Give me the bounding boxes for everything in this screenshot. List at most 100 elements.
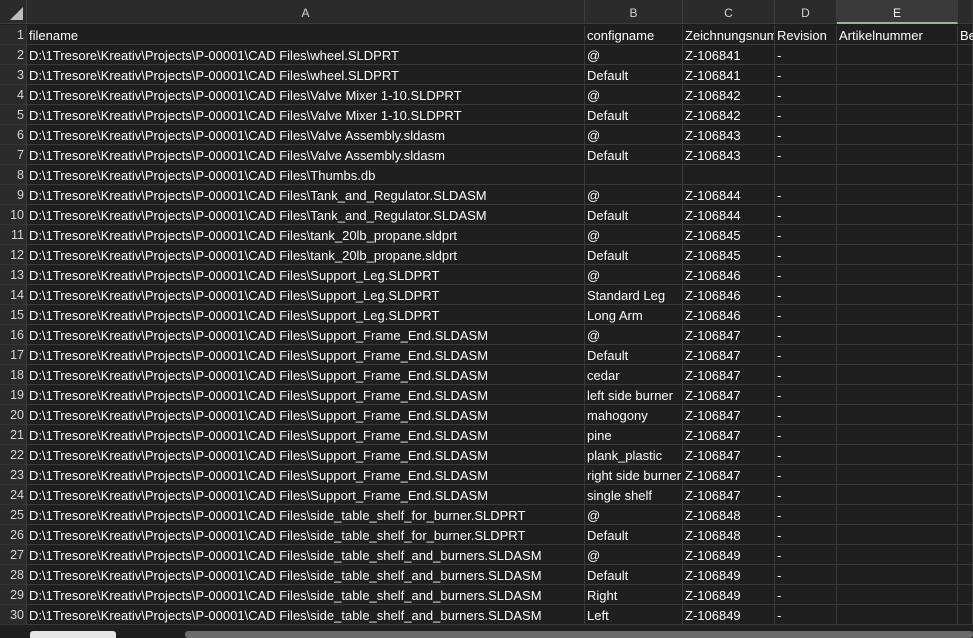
cell[interactable] [958,385,973,405]
cell[interactable]: D:\1Tresore\Kreativ\Projects\P-00001\CAD… [27,325,585,345]
cell[interactable]: mahogony [585,405,683,425]
cell[interactable]: Z-106847 [683,365,775,385]
cell[interactable]: single shelf [585,485,683,505]
row-header[interactable]: 7 [0,145,27,165]
row-header[interactable]: 6 [0,125,27,145]
cell[interactable]: Z-106843 [683,125,775,145]
cell[interactable]: Z-106847 [683,465,775,485]
cell[interactable]: - [775,45,837,65]
cell[interactable] [958,545,973,565]
cell[interactable]: Default [585,525,683,545]
cell[interactable]: Z-106845 [683,245,775,265]
cell[interactable]: - [775,185,837,205]
cell[interactable] [958,605,973,625]
cell[interactable] [958,265,973,285]
cell[interactable] [958,185,973,205]
cell[interactable] [837,325,958,345]
cell[interactable]: Z-106841 [683,65,775,85]
cell[interactable]: D:\1Tresore\Kreativ\Projects\P-00001\CAD… [27,505,585,525]
cell[interactable] [837,305,958,325]
cell[interactable]: Z-106847 [683,385,775,405]
cell[interactable] [585,165,683,185]
cell[interactable]: Z-106847 [683,425,775,445]
cell[interactable] [958,305,973,325]
cell[interactable]: D:\1Tresore\Kreativ\Projects\P-00001\CAD… [27,205,585,225]
cell[interactable] [683,165,775,185]
cell[interactable] [958,565,973,585]
cell[interactable] [958,125,973,145]
row-header[interactable]: 26 [0,525,27,545]
cell[interactable]: Long Arm [585,305,683,325]
column-header[interactable] [958,0,973,24]
sheet-tab[interactable] [30,631,116,638]
row-header[interactable]: 22 [0,445,27,465]
horizontal-scrollbar-thumb[interactable] [185,631,973,638]
row-header[interactable]: 27 [0,545,27,565]
cell[interactable]: D:\1Tresore\Kreativ\Projects\P-00001\CAD… [27,225,585,245]
cell[interactable] [958,245,973,265]
cell[interactable] [837,185,958,205]
cell[interactable]: Default [585,145,683,165]
cell[interactable]: - [775,545,837,565]
cell[interactable] [837,345,958,365]
cell[interactable] [837,605,958,625]
cell[interactable] [775,165,837,185]
row-header[interactable]: 11 [0,225,27,245]
cell[interactable]: Z-106846 [683,285,775,305]
cell[interactable]: @ [585,85,683,105]
cell[interactable] [837,165,958,185]
row-header[interactable]: 15 [0,305,27,325]
cell[interactable] [958,165,973,185]
cell[interactable]: - [775,65,837,85]
cell[interactable]: - [775,345,837,365]
cell[interactable]: - [775,105,837,125]
cell[interactable]: - [775,265,837,285]
cell[interactable]: D:\1Tresore\Kreativ\Projects\P-00001\CAD… [27,265,585,285]
cell[interactable]: D:\1Tresore\Kreativ\Projects\P-00001\CAD… [27,385,585,405]
cell[interactable]: - [775,565,837,585]
row-header[interactable]: 18 [0,365,27,385]
row-header[interactable]: 16 [0,325,27,345]
cell[interactable] [837,225,958,245]
cell[interactable]: filename [27,25,585,45]
cell[interactable] [837,125,958,145]
cell[interactable] [958,65,973,85]
cell[interactable] [958,505,973,525]
spreadsheet-grid[interactable]: ABCDE 1 2 3 4 5 6 7 8 9 10 11 12 13 14 15 16 17 18 19 20 21 2… [0,0,973,627]
cell[interactable]: right side burner [585,465,683,485]
cell[interactable]: Z-106849 [683,565,775,585]
cell[interactable]: D:\1Tresore\Kreativ\Projects\P-00001\CAD… [27,125,585,145]
cell[interactable] [837,365,958,385]
cell[interactable] [837,45,958,65]
cell[interactable]: @ [585,125,683,145]
cell[interactable]: Default [585,105,683,125]
row-header[interactable]: 14 [0,285,27,305]
column-header[interactable]: E [837,0,958,24]
cell[interactable]: @ [585,185,683,205]
cell[interactable]: - [775,145,837,165]
cell[interactable]: Z-106847 [683,485,775,505]
column-header[interactable]: B [585,0,683,24]
cell[interactable]: Z-106845 [683,225,775,245]
row-header[interactable]: 29 [0,585,27,605]
row-header[interactable]: 5 [0,105,27,125]
cell[interactable]: Artikelnummer [837,25,958,45]
cell[interactable]: Z-106848 [683,505,775,525]
cell[interactable]: configname [585,25,683,45]
cell[interactable]: Standard Leg [585,285,683,305]
cell[interactable]: Z-106847 [683,445,775,465]
cell[interactable] [837,245,958,265]
cell[interactable]: D:\1Tresore\Kreativ\Projects\P-00001\CAD… [27,445,585,465]
cell[interactable]: D:\1Tresore\Kreativ\Projects\P-00001\CAD… [27,465,585,485]
cell[interactable] [958,325,973,345]
row-header[interactable]: 9 [0,185,27,205]
cell[interactable]: @ [585,325,683,345]
column-header[interactable]: C [683,0,775,24]
cell[interactable]: - [775,605,837,625]
cell[interactable]: Default [585,65,683,85]
cell[interactable]: Z-106844 [683,185,775,205]
cell[interactable] [958,405,973,425]
cell[interactable]: Bezeichnung [958,25,973,45]
cell[interactable] [958,85,973,105]
cell[interactable] [837,65,958,85]
